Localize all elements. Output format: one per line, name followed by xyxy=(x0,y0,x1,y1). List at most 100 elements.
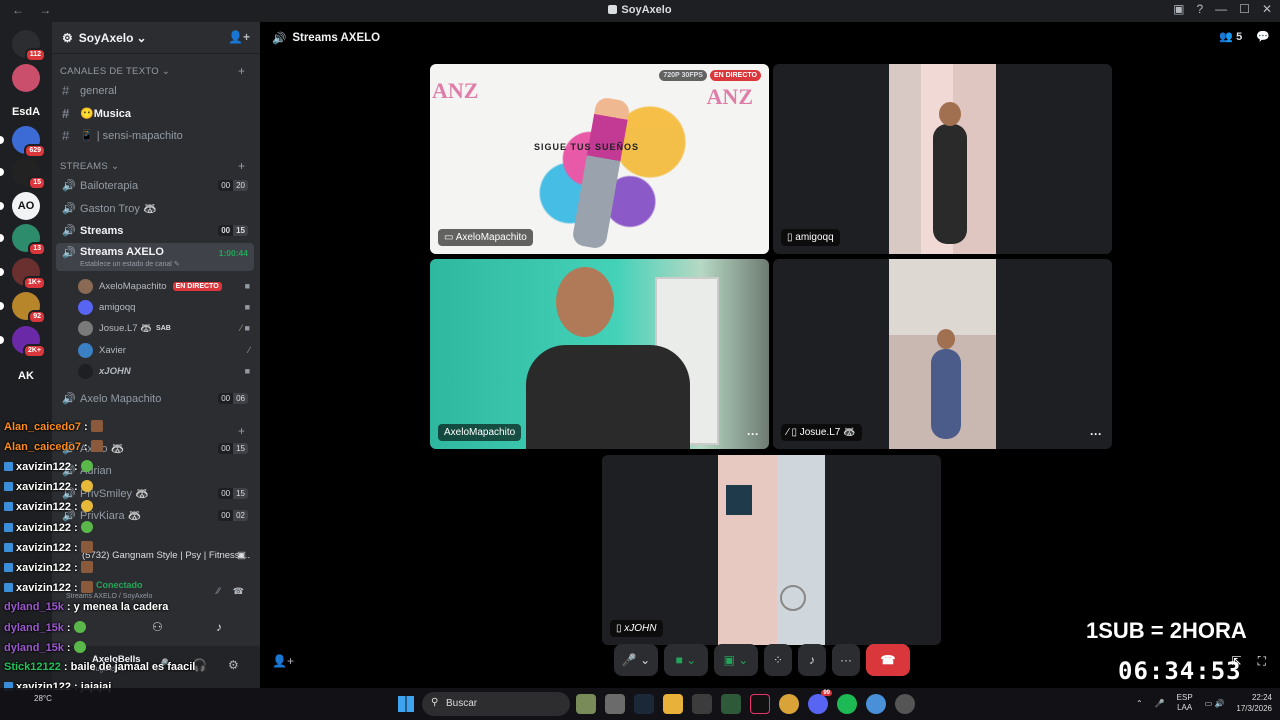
server-icon-10[interactable]: AK xyxy=(10,362,42,390)
more-button[interactable]: ··· xyxy=(832,644,860,676)
taskbar-app-2[interactable] xyxy=(721,694,741,714)
channel-status[interactable]: Establece un estado de canal ✎ xyxy=(80,260,180,268)
mention-badge: 629 xyxy=(24,144,46,158)
server-icon-5[interactable]: AO xyxy=(0,192,40,220)
more-options-icon[interactable]: ··· xyxy=(1090,427,1102,441)
category-text[interactable]: CANALES DE TEXTO ⌄ + xyxy=(60,64,245,78)
clock-date[interactable]: 22:24 17/3/2026 xyxy=(1236,692,1272,714)
chat-message: dyland_15k: xyxy=(4,641,86,654)
taskbar-app-taskview[interactable] xyxy=(605,694,625,714)
chat-username: xavizin122 xyxy=(16,561,72,574)
text-channel-musica[interactable]: # 😶Musica xyxy=(56,103,254,124)
taskbar-app-3[interactable] xyxy=(895,694,915,714)
stream-tile-webcam[interactable]: AxeloMapachito ··· xyxy=(430,259,769,449)
language-indicator[interactable]: ESP LAA xyxy=(1177,693,1193,713)
stream-tile-xjohn[interactable]: ▯ xJOHN xyxy=(602,455,941,645)
voice-member[interactable]: AxeloMapachito EN DIRECTO ■ xyxy=(78,276,254,296)
add-channel-icon[interactable]: + xyxy=(238,159,245,173)
server-icon-8[interactable]: 92 xyxy=(0,292,46,324)
mic-muted-icon: ⁄ ▯ xyxy=(787,427,800,438)
logo-corner-left: ANZ xyxy=(432,78,479,103)
voice-channel-gaston[interactable]: 🔊 Gaston Troy 🦝 xyxy=(56,198,254,219)
tile-name: AxeloMapachito xyxy=(438,424,522,441)
stream-tile-amigoqq[interactable]: ▯ amigoqq xyxy=(773,64,1112,254)
chat-emote xyxy=(90,420,103,432)
voice-member[interactable]: Xavier ⁄ xyxy=(78,340,254,360)
server-icon-1[interactable] xyxy=(12,64,40,92)
mic-tray-icon[interactable]: 🎤 xyxy=(1155,699,1165,708)
person-head xyxy=(939,102,961,126)
network-icon[interactable]: ▭ 🔊 xyxy=(1205,699,1225,708)
camera-button[interactable]: ■ ⌄ xyxy=(664,644,708,676)
chat-icon[interactable]: 💬 xyxy=(1256,30,1270,43)
chat-message: Alan_caicedo7: xyxy=(4,440,103,453)
system-tray: ⌃ 🎤 ESP LAA ▭ 🔊 22:24 17/3/2026 xyxy=(1136,692,1272,714)
category-streams[interactable]: STREAMS ⌄ + xyxy=(60,159,245,173)
help-icon[interactable]: ? xyxy=(1196,2,1203,16)
camera-feed xyxy=(718,455,825,645)
pip-icon[interactable]: ▣ xyxy=(1173,2,1184,16)
disconnect-button[interactable]: ☎ xyxy=(866,644,910,676)
member-count: 5 xyxy=(1236,31,1243,43)
chevron-up-icon[interactable]: ⌃ xyxy=(1136,699,1143,708)
voice-channel-bailoterapia[interactable]: 🔊 Bailoterapia 00 20 xyxy=(56,175,254,196)
soundboard-button[interactable]: ♪ xyxy=(798,644,826,676)
add-channel-icon[interactable]: + xyxy=(238,64,245,78)
chat-username: xavizin122 xyxy=(16,461,72,474)
server-icon-7[interactable]: 1K+ xyxy=(0,258,46,290)
server-icon-9[interactable]: 2K+ xyxy=(0,326,46,358)
server-icon-0[interactable]: 112 xyxy=(12,30,46,62)
activities-button[interactable]: ⁘ xyxy=(764,644,792,676)
fullscreen-icon[interactable]: ⛶ xyxy=(1258,654,1266,669)
chat-emote xyxy=(73,641,86,654)
weather-widget[interactable]: 28°C xyxy=(34,694,52,703)
live-badge: EN DIRECTO xyxy=(709,70,761,81)
taskbar-app-1[interactable] xyxy=(692,694,712,714)
voice-member[interactable]: amigoqq ■ xyxy=(78,297,254,317)
server-icon-6[interactable]: 13 xyxy=(0,224,46,256)
stream-chat-overlay: Alan_caicedo7: Alan_caicedo7: xavizin122: x… xyxy=(0,404,260,720)
windows-start-icon[interactable] xyxy=(398,696,414,712)
members-button[interactable]: 👥 5 xyxy=(1219,30,1242,43)
chat-text: : xyxy=(74,481,78,494)
voice-member[interactable]: Josue.L7 🦝 SAB ⁄ ■ xyxy=(78,318,254,338)
voice-channel-streams-axelo[interactable]: 🔊 Streams AXELO 1:00:44 Establece un est… xyxy=(56,243,254,271)
avatar xyxy=(78,363,93,379)
steam-icon[interactable] xyxy=(634,694,654,714)
chat-username: dyland_15k xyxy=(4,622,64,634)
file-explorer-icon[interactable] xyxy=(663,694,683,714)
stream-tile-screen[interactable]: ANZ ANZ SIGUE TUS SUEÑOS 720P 30FPS EN D… xyxy=(430,64,769,254)
server-icon-3[interactable]: 629 xyxy=(0,126,46,158)
discord-icon[interactable]: 99 xyxy=(808,690,832,714)
chat-message: xavizin122: xyxy=(4,560,93,574)
maximize-button[interactable]: ☐ xyxy=(1239,2,1250,16)
server-icon-2[interactable]: EsdA xyxy=(10,98,42,126)
tiktok-icon[interactable] xyxy=(750,694,770,714)
chrome-icon[interactable] xyxy=(779,694,799,714)
server-icon: ⚙ xyxy=(62,30,73,45)
stream-tile-josue[interactable]: ⁄ ▯ Josue.L7 🦝 ··· xyxy=(773,259,1112,449)
chrome-icon-2[interactable] xyxy=(866,694,886,714)
minimize-button[interactable]: — xyxy=(1215,2,1227,16)
screen-share-button[interactable]: ▣ ⌄ xyxy=(714,644,758,676)
more-options-icon[interactable]: ··· xyxy=(747,427,759,441)
server-icon-4[interactable]: 15 xyxy=(0,158,46,190)
voice-channel-streams[interactable]: 🔊 Streams 00 15 xyxy=(56,220,254,241)
voice-member[interactable]: xJOHN ■ xyxy=(78,361,254,381)
guild-header[interactable]: ⚙ SoyAxelo ⌄ 👤+ xyxy=(52,22,260,54)
taskbar-app-widget[interactable] xyxy=(576,694,596,714)
chat-text: : xyxy=(74,461,78,474)
mention-badge: 112 xyxy=(24,48,46,62)
chat-username: Alan_caicedo7 xyxy=(4,441,82,454)
add-user-icon[interactable]: 👤+ xyxy=(228,30,250,44)
video-icon: ■ xyxy=(244,302,250,312)
search-input[interactable]: ⚲ Buscar xyxy=(422,692,570,716)
close-button[interactable]: ✕ xyxy=(1262,2,1272,16)
microphone-button[interactable]: 🎤 ⌄ xyxy=(614,644,658,676)
chat-message: Alan_caicedo7: xyxy=(4,420,103,433)
spotify-icon[interactable] xyxy=(837,694,857,714)
text-channel-general[interactable]: # general xyxy=(56,80,254,101)
text-channel-sensi[interactable]: # 📱 | sensi-mapachito xyxy=(56,125,254,146)
invite-icon[interactable]: 👤+ xyxy=(272,654,294,668)
chat-message: Stick12122: baile de jamaal es faacil xyxy=(4,661,195,673)
